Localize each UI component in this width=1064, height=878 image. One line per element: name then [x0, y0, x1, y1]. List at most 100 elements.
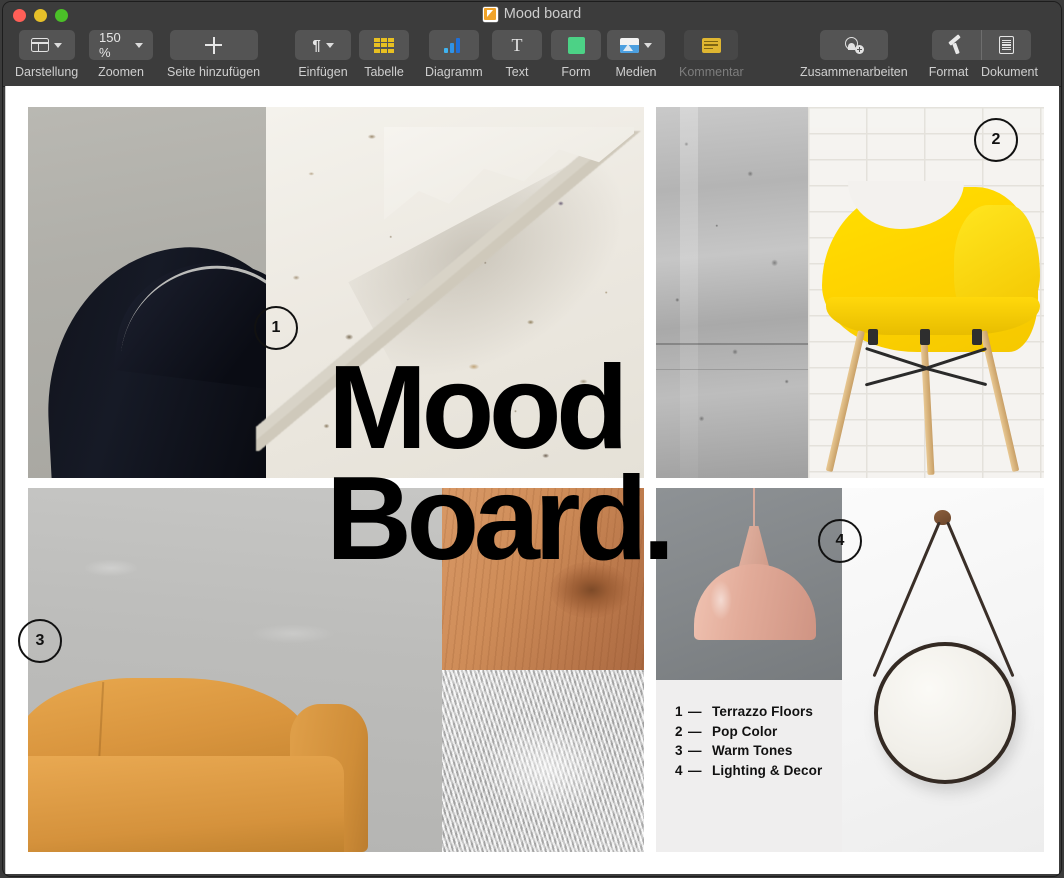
text-label: Text [506, 65, 529, 79]
shape-button[interactable] [551, 30, 601, 60]
seite-hinzufuegen-label: Seite hinzufügen [167, 65, 260, 79]
badge-number: 4 [836, 532, 845, 550]
format-button[interactable] [932, 30, 981, 60]
badge-2[interactable]: 2 [974, 118, 1018, 162]
tabelle-label: Tabelle [364, 65, 404, 79]
legend-number: 4 [675, 763, 688, 778]
toolbar-item-zoomen[interactable]: 150 % Zoomen [89, 30, 153, 79]
format-label: Format [926, 65, 971, 79]
maximize-button[interactable] [55, 9, 68, 22]
close-button[interactable] [13, 9, 26, 22]
dokument-label: Dokument [981, 65, 1036, 79]
white-fur-photo[interactable] [442, 670, 644, 852]
toolbar-item-tabelle[interactable]: Tabelle [359, 30, 409, 79]
toolbar-item-diagramm[interactable]: Diagramm [425, 30, 483, 79]
media-button[interactable] [607, 30, 665, 60]
mirror-glass [874, 642, 1016, 784]
table-button[interactable] [359, 30, 409, 60]
list-item: 4 — Lighting & Decor [675, 763, 822, 778]
concrete-texture-photo[interactable] [656, 107, 808, 478]
chevron-down-icon [644, 43, 652, 48]
plus-icon [205, 37, 222, 54]
toolbar-item-form[interactable]: Form [551, 30, 601, 79]
view-icon [31, 38, 49, 52]
slide-canvas[interactable]: 1 — Terrazzo Floors 2 — Pop Color 3 [5, 86, 1059, 874]
toolbar-item-seite-hinzufuegen[interactable]: Seite hinzufügen [167, 30, 260, 79]
legend-dash: — [688, 763, 712, 778]
wood-grain-photo[interactable] [442, 488, 644, 670]
zoom-value-text: 150 % [99, 30, 130, 60]
collaborate-button[interactable] [820, 30, 888, 60]
document-button[interactable] [982, 30, 1031, 60]
paragraph-icon: ¶ [312, 38, 320, 53]
legend-dash: — [688, 704, 712, 719]
concrete-seam-line [656, 343, 808, 345]
badge-number: 2 [992, 131, 1001, 149]
zoomen-label: Zoomen [98, 65, 144, 79]
dark-leather-chair-photo[interactable] [28, 107, 266, 478]
toolbar-item-format-dokument[interactable]: Format Dokument [926, 30, 1036, 79]
lamp-cord [753, 488, 755, 528]
round-strap-mirror-photo[interactable] [842, 488, 1044, 852]
toolbar-item-darstellung[interactable]: Darstellung [15, 30, 78, 79]
quadrant-bottom-left [28, 488, 644, 852]
pink-pendant-lamp-photo[interactable] [656, 488, 842, 680]
tan-leather-sofa-photo[interactable] [28, 488, 442, 852]
legend-number: 3 [675, 743, 688, 758]
wood-knot [550, 562, 630, 618]
insert-button[interactable]: ¶ [295, 30, 351, 60]
lamp-dome [694, 564, 816, 640]
add-page-button[interactable] [170, 30, 258, 60]
legend-label: Lighting & Decor [712, 763, 822, 778]
chart-button[interactable] [429, 30, 479, 60]
format-document-segmented-control[interactable] [932, 30, 1031, 60]
yellow-chair-photo[interactable] [808, 107, 1044, 478]
document-icon [999, 36, 1014, 54]
legend-label: Warm Tones [712, 743, 793, 758]
toolbar-item-zusammenarbeiten[interactable]: Zusammenarbeiten [800, 30, 908, 79]
badge-1[interactable]: 1 [254, 306, 298, 350]
chair-leg-ferrule [920, 329, 930, 345]
zoom-button[interactable]: 150 % [89, 30, 153, 60]
comment-button[interactable] [684, 30, 738, 60]
badge-3[interactable]: 3 [18, 619, 62, 663]
darstellung-button[interactable] [19, 30, 75, 60]
list-item: 3 — Warm Tones [675, 743, 822, 758]
text-icon: T [512, 36, 523, 54]
toolbar: Darstellung 150 % Zoomen Seite hinzufüge… [3, 28, 1061, 87]
chevron-down-icon [54, 43, 62, 48]
toolbar-item-text[interactable]: T Text [492, 30, 542, 79]
legend-number: 1 [675, 704, 688, 719]
legend-dash: — [688, 724, 712, 739]
badge-4[interactable]: 4 [818, 519, 862, 563]
minimize-button[interactable] [34, 9, 47, 22]
list-item: 2 — Pop Color [675, 724, 822, 739]
media-icon [620, 38, 639, 53]
table-icon [374, 38, 394, 53]
toolbar-item-kommentar[interactable]: Kommentar [679, 30, 744, 79]
medien-label: Medien [616, 65, 657, 79]
darstellung-label: Darstellung [15, 65, 78, 79]
keynote-document-icon [483, 7, 498, 22]
toolbar-item-einfuegen[interactable]: ¶ Einfügen [295, 30, 351, 79]
legend-number: 2 [675, 724, 688, 739]
document-title-text: Mood board [504, 6, 581, 22]
collaborate-icon [844, 37, 864, 54]
legend-label: Pop Color [712, 724, 777, 739]
text-button[interactable]: T [492, 30, 542, 60]
toolbar-item-medien[interactable]: Medien [607, 30, 665, 79]
slide-content: 1 — Terrazzo Floors 2 — Pop Color 3 [28, 107, 1044, 852]
fur-swirl [482, 718, 612, 818]
list-item: 1 — Terrazzo Floors [675, 704, 822, 719]
yellow-chair-seat [826, 297, 1040, 335]
diagramm-label: Diagramm [425, 65, 483, 79]
keynote-window-root: Mood board Darstellung 150 % Zoomen [0, 0, 1064, 878]
chevron-down-icon [135, 43, 143, 48]
quadrant-top-left [28, 107, 644, 478]
chair-leg-ferrule [868, 329, 878, 345]
chair-leg-ferrule [972, 329, 982, 345]
badge-number: 1 [272, 319, 281, 337]
terrazzo-slab-photo[interactable] [266, 107, 644, 478]
document-title: Mood board [3, 6, 1061, 22]
application-window: Mood board Darstellung 150 % Zoomen [3, 2, 1061, 876]
